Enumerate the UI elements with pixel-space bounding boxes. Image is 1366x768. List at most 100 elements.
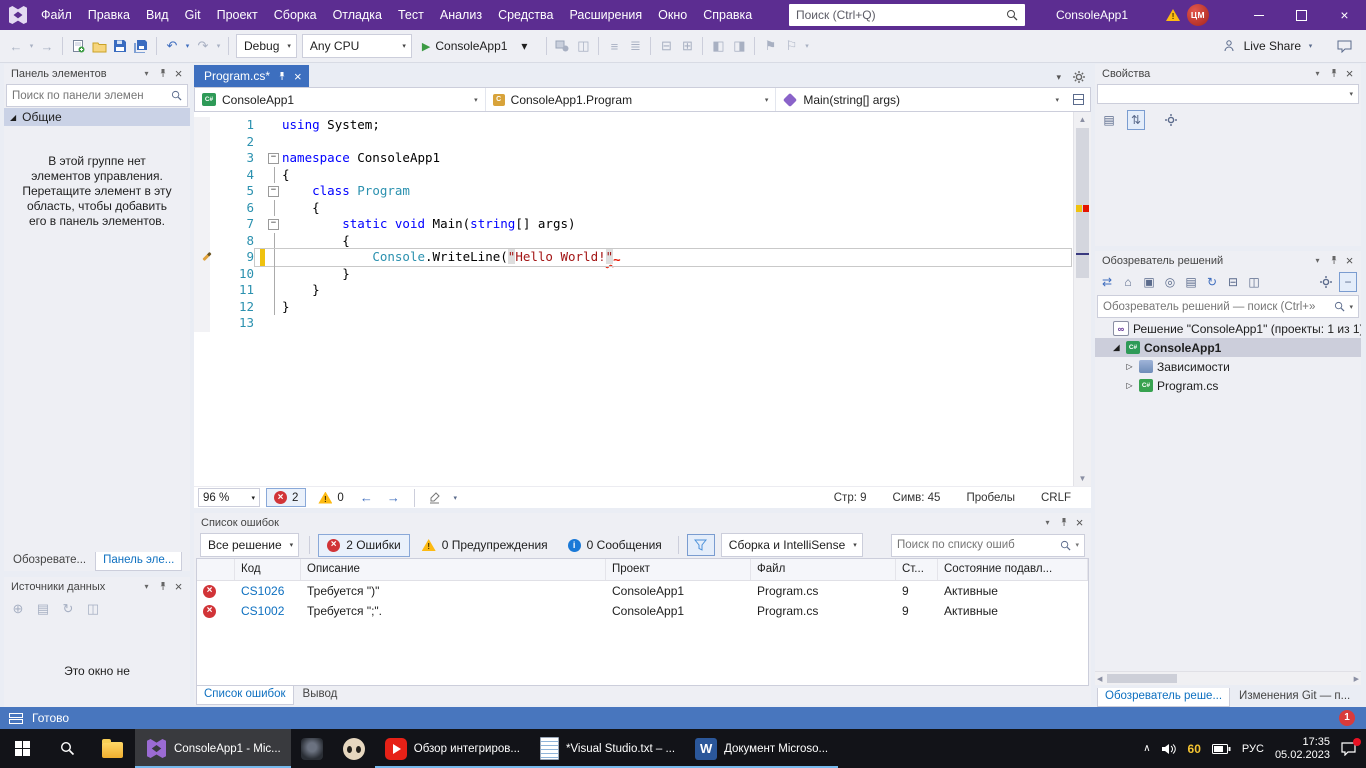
taskbar-clock[interactable]: 17:35 05.02.2023 [1275,736,1330,762]
language-indicator[interactable]: РУС [1242,743,1264,755]
tree-item[interactable]: ▷Зависимости [1095,357,1361,376]
menu-item[interactable]: Окно [650,0,695,30]
settings-wrench-icon[interactable] [1318,273,1334,291]
menu-item[interactable]: Справка [695,0,760,30]
live-share-label[interactable]: Live Share [1244,39,1301,53]
code-line[interactable]: 12} [194,299,1074,316]
code-frame-icon[interactable]: ◫ [573,34,593,58]
navigate-back-icon[interactable]: ← [6,34,26,58]
navigate-forward-icon[interactable]: → [383,490,404,505]
menu-item[interactable]: Правка [80,0,138,30]
error-scope-dropdown[interactable]: Все решение▾ [200,533,299,557]
tree-item[interactable]: Решение "ConsoleApp1" (проекты: 1 из 1) [1095,319,1361,338]
switch-views-icon[interactable]: ▣ [1141,273,1157,291]
code-cleanup-broom-icon[interactable] [425,486,445,510]
error-row[interactable]: ×CS1002Требуется ";".ConsoleApp1Program.… [197,601,1088,621]
pin-icon[interactable] [1326,66,1341,81]
notification-warning-icon[interactable]: ! [1166,9,1180,24]
breakpoint-margin[interactable] [194,299,210,316]
messages-filter-button[interactable]: i0 Сообщения [560,535,670,556]
error-column-header[interactable] [197,559,235,580]
window-menu-icon[interactable]: ▾ [1310,66,1325,81]
background-tasks-icon[interactable] [9,713,23,724]
alphabetical-sort-icon[interactable]: ⇅ [1127,110,1145,130]
tree-item[interactable]: ◢ConsoleApp1 [1095,338,1361,357]
increase-indent-icon[interactable]: ≣ [625,34,645,58]
tool-window-tab[interactable]: Список ошибок [196,686,294,705]
breakpoint-margin[interactable] [194,183,210,200]
sync-with-active-document-icon[interactable]: ⇄ [1099,273,1115,291]
breakpoint-margin[interactable] [194,167,210,184]
save-all-icon[interactable] [131,34,151,58]
start-debugging-button[interactable]: ▶ConsoleApp1▾ [415,34,542,58]
window-menu-icon[interactable]: ▾ [139,579,154,594]
pin-icon[interactable] [1056,515,1071,530]
tree-item[interactable]: ▷Program.cs [1095,376,1361,395]
uncomment-selection-icon[interactable]: ◨ [729,34,749,58]
scroll-right-icon[interactable]: ▶ [1352,675,1361,683]
notification-badge[interactable]: 1 [1339,710,1355,726]
breakpoint-margin[interactable] [194,249,210,266]
code-editor[interactable]: 1using System;23−namespace ConsoleApp14{… [194,112,1091,486]
navigate-back-dropdown-icon[interactable]: ▾ [27,34,36,58]
navigate-forward-icon[interactable]: → [37,34,57,58]
close-icon[interactable]: × [1072,515,1087,530]
breakpoint-margin[interactable] [194,266,210,283]
decrease-indent-icon[interactable]: ≡ [604,34,624,58]
expand-outlining-icon[interactable]: ⊞ [677,34,697,58]
pin-icon[interactable] [155,579,170,594]
pending-changes-filter-icon[interactable]: ◎ [1162,273,1178,291]
taskbar-app[interactable]: Документ Microso... [685,729,838,768]
scroll-left-icon[interactable]: ◀ [1095,675,1104,683]
horizontal-scrollbar[interactable]: ◀ ▶ [1095,671,1361,685]
scroll-up-icon[interactable]: ▲ [1074,115,1091,124]
solution-search-box[interactable]: Обозреватель решений — поиск (Ctrl+» ▾ [1097,295,1359,318]
table-icon[interactable]: ▤ [35,600,51,618]
property-pages-wrench-icon[interactable] [1163,111,1179,129]
status-eol[interactable]: CRLF [1041,492,1071,504]
menu-item[interactable]: Средства [490,0,561,30]
menu-item[interactable]: Вид [138,0,177,30]
categorized-icon[interactable]: ▤ [1101,111,1117,129]
minimize-button[interactable] [1237,0,1280,30]
toolbox-group-general[interactable]: ◢ Общие [4,108,190,126]
window-menu-icon[interactable]: ▾ [1310,253,1325,268]
breakpoint-margin[interactable] [194,150,210,167]
open-file-icon[interactable] [89,34,109,58]
taskbar-app[interactable]: ConsoleApp1 - Mic... [135,729,291,768]
action-center-icon[interactable] [1341,742,1356,756]
menu-item[interactable]: Анализ [432,0,490,30]
live-share-icon[interactable] [1219,34,1239,58]
code-line[interactable]: 2 [194,134,1074,151]
redo-icon[interactable]: ↷ [193,34,213,58]
taskbar-app[interactable] [291,729,333,768]
menu-item[interactable]: Git [177,0,209,30]
scrollbar-thumb[interactable] [1107,674,1177,683]
menu-item[interactable]: Файл [33,0,80,30]
window-menu-icon[interactable]: ▾ [1040,515,1055,530]
tool-window-tab[interactable]: Обозревате... [6,552,93,571]
taskbar-app[interactable]: *Visual Studio.txt – ... [530,729,685,768]
start-button[interactable] [0,729,45,768]
home-icon[interactable]: ⌂ [1120,273,1136,291]
undo-icon[interactable]: ↶ [162,34,182,58]
feedback-icon[interactable] [1334,34,1354,58]
error-count-button[interactable]: ×2 [266,488,306,507]
hidden-icons-chevron-icon[interactable]: ∧ [1143,743,1150,754]
taskbar-app[interactable] [333,729,375,768]
tool-window-tab[interactable]: Вывод [296,686,345,705]
member-dropdown[interactable]: Main(string[] args) ▾ [776,88,1066,111]
type-dropdown[interactable]: ConsoleApp1.Program ▾ [486,88,777,111]
breakpoint-margin[interactable] [194,315,210,332]
attach-to-process-icon[interactable] [552,34,572,58]
document-tab-program-cs[interactable]: Program.cs* × [194,65,309,87]
tool-window-tab[interactable]: Обозреватель реше... [1097,688,1230,707]
preview-selected-items-icon[interactable]: − [1339,272,1357,292]
maximize-button[interactable] [1280,0,1323,30]
close-icon[interactable]: × [171,579,186,594]
error-code-link[interactable]: CS1026 [235,581,301,601]
error-row[interactable]: ×CS1026Требуется ")"ConsoleApp1Program.c… [197,581,1088,601]
previous-bookmark-icon[interactable]: ⚐ [781,34,801,58]
live-share-dropdown-icon[interactable]: ▾ [1306,34,1315,58]
pin-icon[interactable] [278,72,286,81]
